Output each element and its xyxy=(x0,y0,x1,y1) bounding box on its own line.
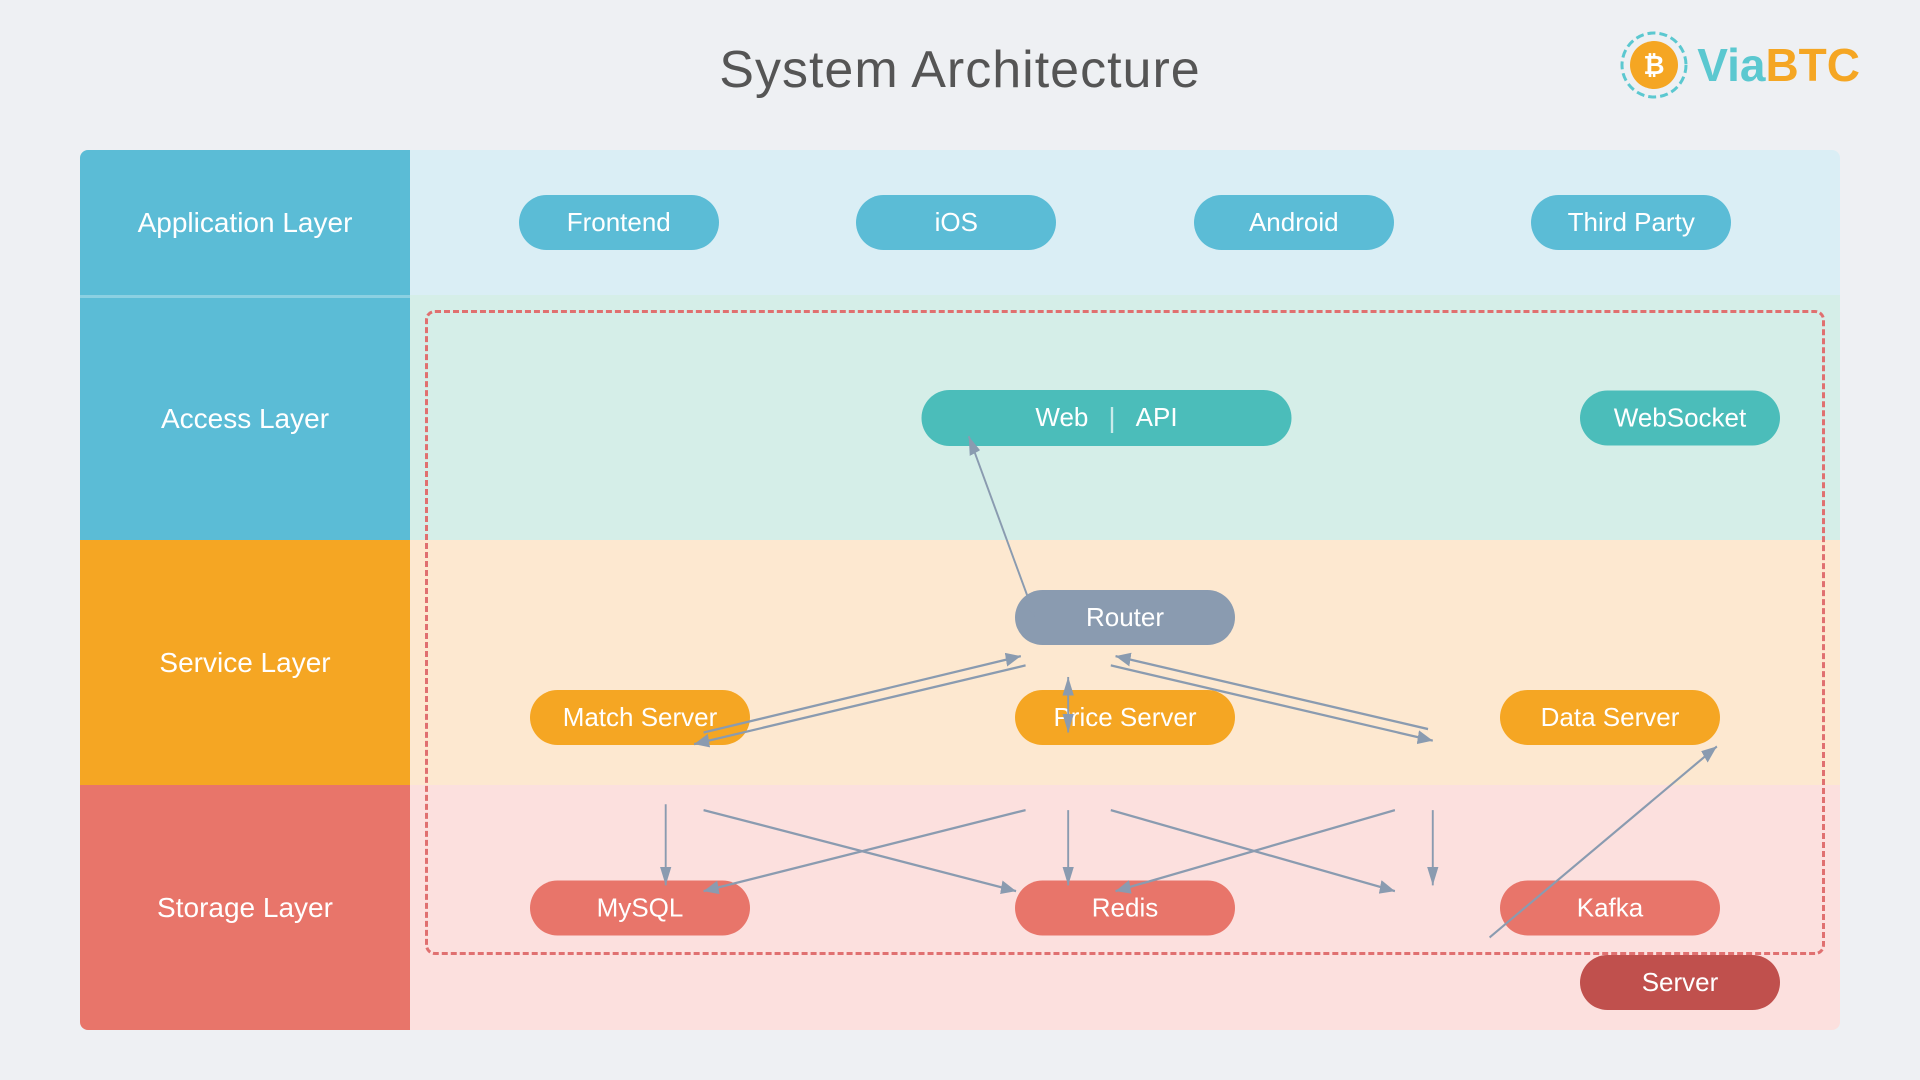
price-server-pill: Price Server xyxy=(1015,690,1235,745)
access-layer-content: Web | API WebSocket xyxy=(410,295,1840,540)
label-service-layer: Service Layer xyxy=(80,540,410,785)
router-pill: Router xyxy=(1015,590,1235,645)
label-application-layer: Application Layer xyxy=(80,150,410,295)
service-layer-content: Router Match Server Price Server Data Se… xyxy=(410,540,1840,785)
web-api-pill: Web | API xyxy=(922,390,1292,446)
android-pill: Android xyxy=(1194,195,1394,250)
third-party-pill: Third Party xyxy=(1531,195,1731,250)
page-container: System Architecture ₿ ViaBTC Application… xyxy=(0,0,1920,1080)
application-layer-row: Frontend iOS Android Third Party xyxy=(410,150,1840,295)
content-column: Frontend iOS Android Third Party xyxy=(410,150,1840,1030)
label-storage-layer: Storage Layer xyxy=(80,785,410,1030)
kafka-pill: Kafka xyxy=(1500,880,1720,935)
frontend-pill: Frontend xyxy=(519,195,719,250)
diagram: Application Layer Access Layer Service L… xyxy=(80,150,1840,1030)
lower-area: Web | API WebSocket Router xyxy=(410,295,1840,1030)
data-server-pill: Data Server xyxy=(1500,690,1720,745)
server-pill[interactable]: Server xyxy=(1580,955,1780,1010)
match-server-pill: Match Server xyxy=(530,690,750,745)
ios-pill: iOS xyxy=(856,195,1056,250)
labels-column: Application Layer Access Layer Service L… xyxy=(80,150,410,1030)
mysql-pill: MySQL xyxy=(530,880,750,935)
label-access-layer: Access Layer xyxy=(80,295,410,540)
logo: ₿ ViaBTC xyxy=(1619,30,1860,100)
svg-text:₿: ₿ xyxy=(1644,50,1665,80)
websocket-pill: WebSocket xyxy=(1580,390,1780,445)
logo-icon: ₿ xyxy=(1619,30,1689,100)
redis-pill: Redis xyxy=(1015,880,1235,935)
logo-text: ViaBTC xyxy=(1697,38,1860,92)
